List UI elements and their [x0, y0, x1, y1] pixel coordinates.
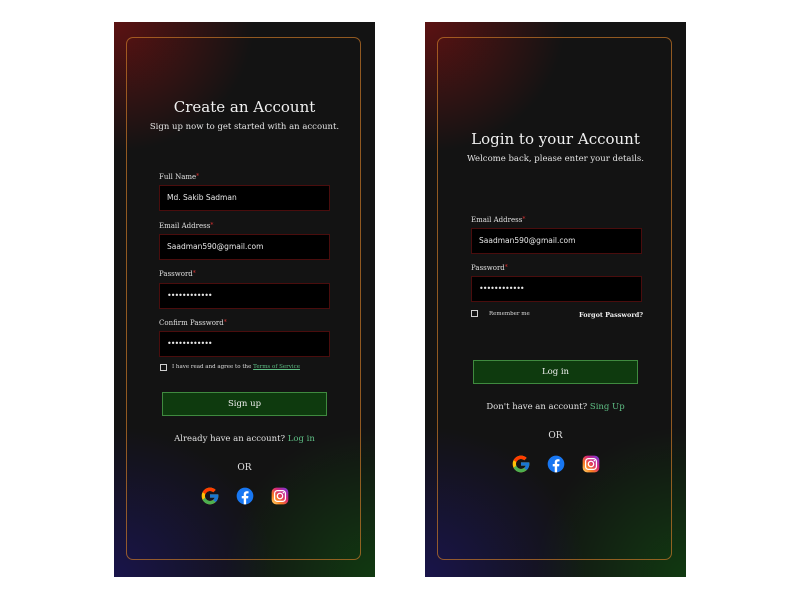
signup-link[interactable]: Sing Up [590, 402, 625, 412]
login-email-input[interactable]: Saadman590@gmail.com [471, 228, 642, 254]
login-password-input[interactable]: •••••••••••• [471, 276, 642, 302]
no-account-text: Don't have an account? Sing Up [486, 402, 625, 412]
password-input[interactable]: •••••••••••• [159, 283, 330, 309]
login-password-label: Password* [471, 264, 508, 272]
confirm-password-input[interactable]: •••••••••••• [159, 331, 330, 357]
signup-title: Create an Account [173, 98, 316, 116]
login-button[interactable]: Log in [473, 360, 638, 384]
terms-text: I have read and agree to the Terms of Se… [172, 364, 300, 370]
confirm-password-label: Confirm Password* [159, 319, 227, 327]
facebook-icon[interactable] [546, 454, 566, 474]
remember-me-checkbox[interactable] [471, 310, 478, 317]
terms-checkbox[interactable] [160, 364, 167, 371]
forgot-password-link[interactable]: Forgot Password? [579, 311, 643, 319]
or-divider: OR [237, 463, 252, 473]
signup-screen: Create an Account Sign up now to get sta… [114, 22, 375, 577]
signup-button[interactable]: Sign up [162, 392, 327, 416]
login-or-divider: OR [548, 431, 563, 441]
terms-link[interactable]: Terms of Service [253, 364, 300, 370]
login-title: Login to your Account [471, 130, 640, 148]
instagram-icon[interactable] [581, 454, 601, 474]
email-input[interactable]: Saadman590@gmail.com [159, 234, 330, 260]
signup-subtitle: Sign up now to get started with an accou… [149, 122, 340, 132]
login-subtitle: Welcome back, please enter your details. [467, 154, 644, 164]
login-link[interactable]: Log in [288, 434, 315, 444]
already-have-account-text: Already have an account? Log in [174, 434, 315, 444]
password-label: Password* [159, 270, 196, 278]
remember-me-label: Remember me [489, 311, 530, 317]
facebook-icon[interactable] [235, 486, 255, 506]
login-email-label: Email Address* [471, 216, 526, 224]
login-screen: Login to your Account Welcome back, plea… [425, 22, 686, 577]
instagram-icon[interactable] [270, 486, 290, 506]
google-icon[interactable] [511, 454, 531, 474]
full-name-input[interactable]: Md. Sakib Sadman [159, 185, 330, 211]
email-label: Email Address* [159, 222, 214, 230]
full-name-label: Full Name* [159, 173, 200, 181]
google-icon[interactable] [200, 486, 220, 506]
